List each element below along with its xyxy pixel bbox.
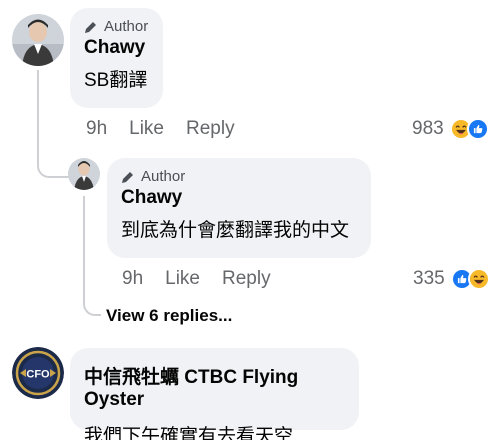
- reaction-summary[interactable]: 335: [413, 268, 490, 290]
- like-button[interactable]: Like: [165, 268, 200, 290]
- thread-curve-reply: [37, 150, 69, 178]
- avatar-logo-text: CFO: [26, 369, 50, 381]
- reaction-count: 983: [412, 118, 444, 139]
- comment-bubble: 中信飛牡蠣 CTBC Flying Oyster 我們下午確實有去看天空: [70, 348, 359, 440]
- comment-text: SB翻譯: [84, 70, 148, 91]
- avatar[interactable]: [68, 158, 100, 190]
- reaction-summary[interactable]: 983: [412, 118, 489, 140]
- thread-line-main: [37, 70, 39, 160]
- view-replies-link[interactable]: View 6 replies...: [106, 306, 232, 326]
- comment-text: 我們下午確實有去看天空: [84, 426, 294, 440]
- reply-bubble: Author Chawy 到底為什會麼翻譯我的中文: [107, 158, 371, 258]
- thread-line-reply: [83, 196, 85, 296]
- comment-author-name[interactable]: 中信飛牡蠣 CTBC Flying Oyster: [84, 362, 345, 411]
- reply-actions: 9h Like Reply: [122, 268, 293, 290]
- reply-author-name[interactable]: Chawy: [121, 187, 357, 209]
- comment-bubble: Author Chawy SB翻譯: [70, 8, 163, 108]
- comment-time[interactable]: 9h: [86, 118, 107, 140]
- reply-time[interactable]: 9h: [122, 268, 143, 290]
- avatar[interactable]: CFO: [12, 347, 64, 399]
- like-button[interactable]: Like: [129, 118, 164, 140]
- haha-reaction-icon: [467, 268, 490, 290]
- author-badge: Author: [84, 18, 149, 35]
- reply-text: 到底為什會麼翻譯我的中文: [121, 220, 350, 241]
- like-reaction-icon: [466, 118, 489, 140]
- avatar[interactable]: [12, 14, 64, 66]
- author-pen-icon: [122, 171, 133, 183]
- reaction-count: 335: [413, 268, 445, 289]
- comment-author-name[interactable]: Chawy: [84, 37, 149, 59]
- comment-actions: 9h Like Reply: [86, 118, 257, 140]
- reply-button[interactable]: Reply: [222, 268, 271, 290]
- author-badge: Author: [121, 168, 357, 185]
- author-pen-icon: [85, 21, 96, 33]
- reply-button[interactable]: Reply: [186, 118, 235, 140]
- thread-curve-view-replies: [83, 284, 101, 316]
